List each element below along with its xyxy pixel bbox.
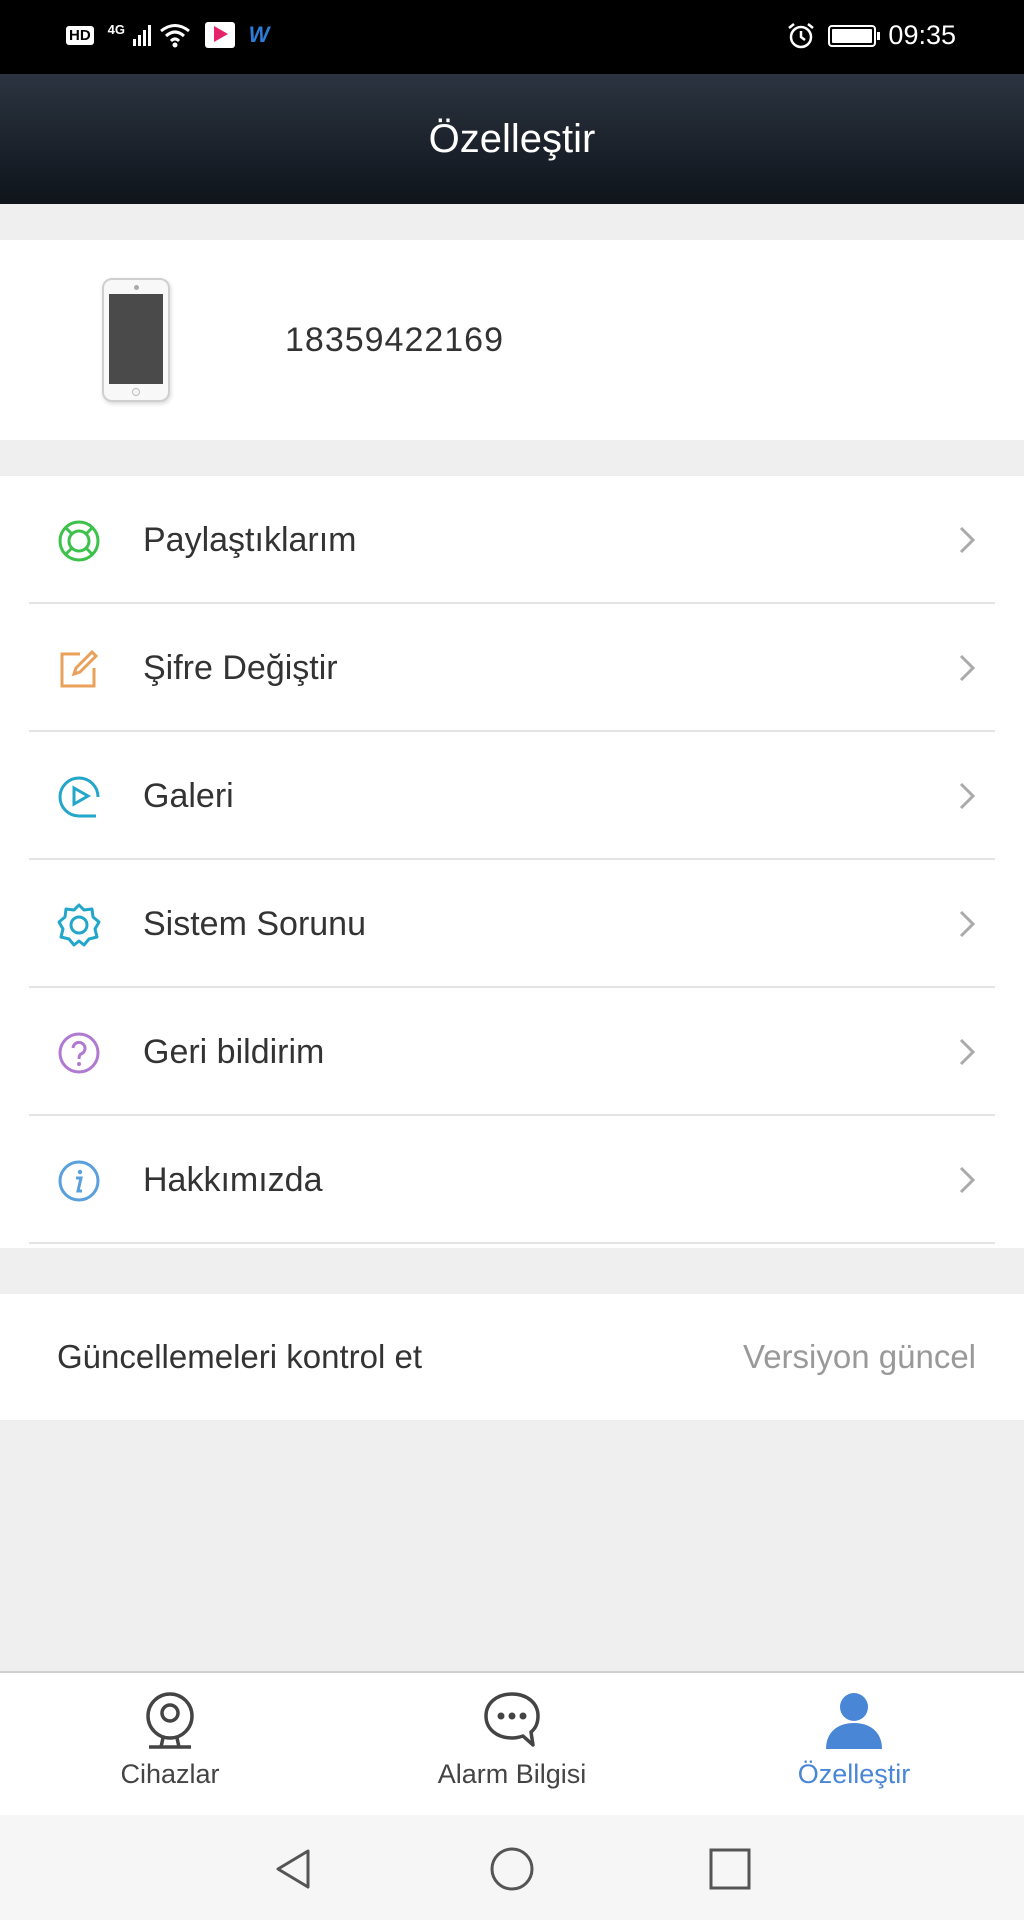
menu-item-label: Galeri bbox=[143, 777, 234, 815]
signal-icon bbox=[133, 24, 152, 46]
chevron-right-icon bbox=[959, 526, 976, 554]
camera-icon bbox=[146, 1692, 194, 1749]
settings-menu: Paylaştıklarım Şifre Değiştir Galeri Sis… bbox=[0, 476, 1024, 1248]
app-header: Özelleştir bbox=[0, 74, 1024, 204]
menu-item-change-password[interactable]: Şifre Değiştir bbox=[0, 604, 1024, 732]
divider bbox=[29, 1242, 995, 1244]
menu-item-label: Hakkımızda bbox=[143, 1161, 323, 1199]
phone-avatar-icon bbox=[102, 278, 170, 402]
hd-label: HD bbox=[66, 25, 94, 45]
tab-devices[interactable]: Cihazlar bbox=[50, 1673, 290, 1817]
info-icon bbox=[58, 1160, 100, 1202]
bottom-nav: Cihazlar Alarm Bilgisi Özelleştir bbox=[0, 1671, 1024, 1817]
battery-icon bbox=[828, 24, 881, 47]
account-number: 18359422169 bbox=[285, 321, 505, 359]
chevron-right-icon bbox=[959, 782, 976, 810]
play-gallery-icon bbox=[58, 776, 100, 818]
tab-label: Özelleştir bbox=[797, 1759, 911, 1789]
app-badge-icon: W bbox=[248, 22, 270, 47]
back-icon[interactable] bbox=[270, 1845, 318, 1893]
chevron-right-icon bbox=[959, 1166, 976, 1194]
menu-item-label: Şifre Değiştir bbox=[143, 649, 338, 687]
recents-icon[interactable] bbox=[706, 1845, 754, 1893]
menu-item-label: Paylaştıklarım bbox=[143, 521, 357, 559]
tab-alarm-info[interactable]: Alarm Bilgisi bbox=[392, 1673, 632, 1817]
menu-item-system-issue[interactable]: Sistem Sorunu bbox=[0, 860, 1024, 988]
menu-item-label: Sistem Sorunu bbox=[143, 905, 366, 943]
chevron-right-icon bbox=[959, 654, 976, 682]
alarm-clock-icon bbox=[788, 22, 815, 48]
menu-item-label: Geri bildirim bbox=[143, 1033, 325, 1071]
tab-label: Alarm Bilgisi bbox=[437, 1759, 587, 1789]
tab-customize[interactable]: Özelleştir bbox=[734, 1673, 974, 1817]
menu-item-gallery[interactable]: Galeri bbox=[0, 732, 1024, 860]
check-updates-row[interactable]: Güncellemeleri kontrol et Versiyon günce… bbox=[0, 1294, 1024, 1420]
share-ring-icon bbox=[58, 520, 100, 562]
network-type: 4G bbox=[107, 22, 126, 37]
app-notification-icon bbox=[205, 22, 236, 48]
status-icons-right: 09:35 bbox=[786, 20, 956, 51]
menu-item-about[interactable]: Hakkımızda bbox=[0, 1116, 1024, 1244]
tab-label: Cihazlar bbox=[120, 1759, 220, 1789]
check-updates-label: Güncellemeleri kontrol et bbox=[57, 1338, 422, 1375]
user-icon bbox=[826, 1693, 882, 1749]
status-icons-left: HD 4G W bbox=[66, 22, 275, 48]
clock: 09:35 bbox=[888, 20, 956, 50]
chat-bubble-icon bbox=[484, 1692, 540, 1747]
edit-password-icon bbox=[60, 649, 99, 688]
page-title: Özelleştir bbox=[428, 117, 596, 161]
gear-icon bbox=[57, 903, 101, 947]
system-nav-bar bbox=[0, 1815, 1024, 1920]
menu-item-feedback[interactable]: Geri bildirim bbox=[0, 988, 1024, 1116]
chevron-right-icon bbox=[959, 1038, 976, 1066]
home-icon[interactable] bbox=[488, 1845, 536, 1893]
wifi-icon bbox=[160, 24, 190, 48]
version-status: Versiyon güncel bbox=[743, 1338, 976, 1375]
profile-card[interactable]: 18359422169 bbox=[0, 240, 1024, 440]
status-bar: HD 4G W 09:35 bbox=[0, 0, 1024, 74]
menu-item-shares[interactable]: Paylaştıklarım bbox=[0, 476, 1024, 604]
chevron-right-icon bbox=[959, 910, 976, 938]
question-icon bbox=[58, 1032, 100, 1074]
